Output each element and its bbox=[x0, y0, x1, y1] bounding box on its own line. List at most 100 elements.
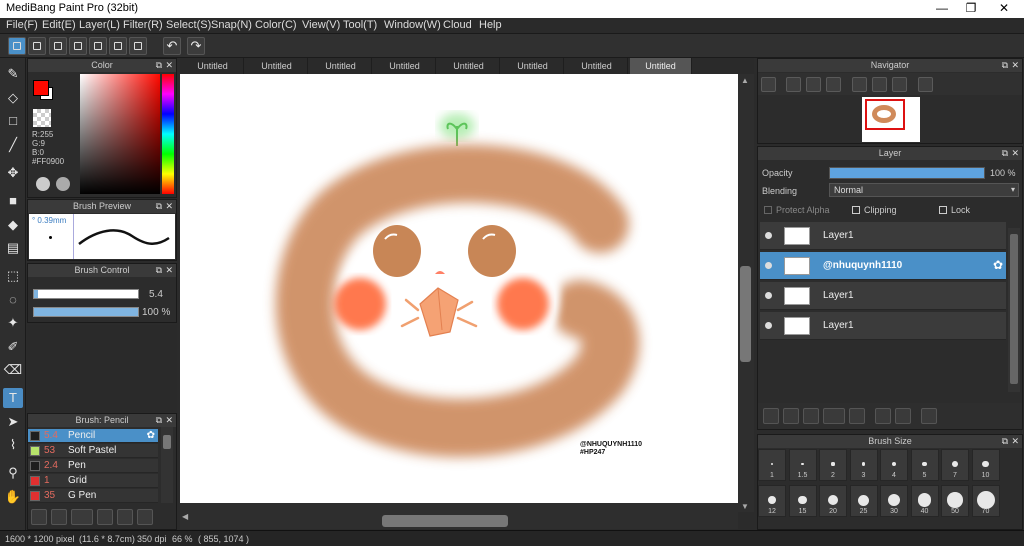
grid-button[interactable] bbox=[129, 37, 147, 55]
eraser-tool[interactable]: ◇ bbox=[3, 88, 23, 108]
brush-menu-button[interactable] bbox=[71, 509, 93, 525]
brush-size-cell[interactable]: 25 bbox=[849, 485, 878, 517]
eye-icon[interactable] bbox=[765, 262, 772, 269]
brush-size-cell[interactable]: 50 bbox=[941, 485, 969, 517]
fill-rect-tool[interactable]: ■ bbox=[3, 191, 23, 211]
layer-row[interactable]: Layer1 bbox=[760, 222, 1006, 250]
brush-size-cell[interactable]: 12 bbox=[758, 485, 786, 517]
brush-size-cell[interactable]: 30 bbox=[880, 485, 908, 517]
float-icon[interactable]: ⧉ bbox=[156, 59, 162, 72]
close-icon[interactable]: ✕ bbox=[165, 414, 173, 427]
panel-button[interactable] bbox=[109, 37, 127, 55]
horizontal-scrollbar[interactable]: ◀ bbox=[180, 503, 738, 529]
brush-size-cell[interactable]: 15 bbox=[788, 485, 817, 517]
eyedropper-tool[interactable]: ⚲ bbox=[3, 463, 23, 483]
protect-alpha-checkbox[interactable] bbox=[764, 206, 772, 214]
brush-size-cell[interactable]: 4 bbox=[880, 449, 908, 481]
brush-opacity-slider[interactable] bbox=[33, 307, 139, 317]
new-8bit-layer-button[interactable] bbox=[803, 408, 819, 424]
tab-untitled-7[interactable]: Untitled bbox=[566, 58, 628, 74]
comment-button[interactable] bbox=[49, 37, 67, 55]
float-icon[interactable]: ⧉ bbox=[156, 264, 162, 277]
brush-item[interactable]: 5.4 Pencil ✿ bbox=[28, 429, 158, 443]
brush-size-cell[interactable]: 70 bbox=[971, 485, 1000, 517]
page-button[interactable] bbox=[89, 37, 107, 55]
scroll-left-icon[interactable]: ◀ bbox=[182, 512, 188, 521]
new-brush-button[interactable] bbox=[51, 509, 67, 525]
vertical-scrollbar[interactable]: ▲ ▼ bbox=[738, 74, 754, 512]
upload-button[interactable] bbox=[28, 37, 46, 55]
tab-untitled-1[interactable]: Untitled bbox=[182, 58, 244, 74]
brush-size-cell[interactable]: 3 bbox=[849, 449, 878, 481]
zoom-in-icon[interactable] bbox=[786, 77, 801, 92]
fit-icon[interactable] bbox=[806, 77, 821, 92]
hand-tool[interactable]: ✋ bbox=[3, 487, 23, 507]
gear-icon[interactable]: ✿ bbox=[993, 258, 1003, 272]
gear-icon[interactable]: ✿ bbox=[147, 429, 155, 443]
brush-tool[interactable]: ✎ bbox=[3, 64, 23, 84]
maximize-button[interactable]: ❐ bbox=[955, 0, 987, 18]
color-set-icon[interactable] bbox=[56, 177, 70, 191]
vertical-scroll-thumb[interactable] bbox=[740, 266, 751, 362]
copy-brush-button[interactable] bbox=[97, 509, 113, 525]
float-icon[interactable]: ⧉ bbox=[1002, 435, 1008, 448]
layer-folder-button[interactable] bbox=[849, 408, 865, 424]
menu-edit[interactable]: Edit(E) bbox=[42, 19, 76, 31]
primary-color-swatch[interactable] bbox=[33, 80, 49, 96]
eye-icon[interactable] bbox=[765, 292, 772, 299]
duplicate-layer-button[interactable] bbox=[875, 408, 891, 424]
layer-row[interactable]: @nhuquynh1110 ✿ bbox=[760, 252, 1006, 280]
tab-untitled-8[interactable]: Untitled bbox=[630, 58, 692, 74]
magic-wand-tool[interactable]: ✦ bbox=[3, 313, 23, 333]
text-tool[interactable]: T bbox=[3, 388, 23, 408]
brush-size-cell[interactable]: 1.5 bbox=[788, 449, 817, 481]
brush-size-cell[interactable]: 5 bbox=[910, 449, 939, 481]
float-icon[interactable]: ⧉ bbox=[1002, 59, 1008, 72]
select-pen-tool[interactable]: ✐ bbox=[3, 337, 23, 357]
merge-layer-button[interactable] bbox=[895, 408, 911, 424]
minimize-button[interactable]: — bbox=[926, 0, 958, 18]
tab-untitled-6[interactable]: Untitled bbox=[502, 58, 564, 74]
line-tool[interactable]: ╱ bbox=[3, 135, 23, 155]
menu-help[interactable]: Help bbox=[479, 19, 502, 31]
brush-size-cell[interactable]: 20 bbox=[819, 485, 847, 517]
move-tool[interactable]: ✥ bbox=[3, 163, 23, 183]
scroll-down-icon[interactable]: ▼ bbox=[741, 502, 749, 511]
close-icon[interactable]: ✕ bbox=[165, 264, 173, 277]
gradient-tool[interactable]: ▤ bbox=[3, 238, 23, 258]
hue-slider[interactable] bbox=[162, 74, 174, 194]
menu-snap[interactable]: Snap(N) bbox=[211, 19, 252, 31]
tab-untitled-4[interactable]: Untitled bbox=[374, 58, 436, 74]
comic-button[interactable] bbox=[69, 37, 87, 55]
layer-list-scroll-thumb[interactable] bbox=[1010, 234, 1018, 384]
float-icon[interactable]: ⧉ bbox=[1002, 147, 1008, 160]
brush-list-scrollbar[interactable] bbox=[161, 427, 173, 503]
menu-tool[interactable]: Tool(T) bbox=[343, 19, 377, 31]
close-icon[interactable]: ✕ bbox=[165, 59, 173, 72]
eye-icon[interactable] bbox=[765, 322, 772, 329]
menu-view[interactable]: View(V) bbox=[302, 19, 340, 31]
float-icon[interactable]: ⧉ bbox=[156, 200, 162, 213]
new-layer-button[interactable] bbox=[763, 408, 779, 424]
close-icon[interactable]: ✕ bbox=[165, 200, 173, 213]
eye-icon[interactable] bbox=[765, 232, 772, 239]
layer-list-scrollbar[interactable] bbox=[1008, 228, 1020, 392]
mirror-icon[interactable] bbox=[918, 77, 933, 92]
layer-opacity-slider[interactable] bbox=[829, 167, 985, 179]
flip-icon[interactable] bbox=[872, 77, 887, 92]
menu-select[interactable]: Select(S) bbox=[166, 19, 211, 31]
select-tool[interactable]: ⬚ bbox=[3, 266, 23, 286]
float-icon[interactable]: ⧉ bbox=[156, 414, 162, 427]
close-icon[interactable]: ✕ bbox=[1011, 147, 1019, 160]
brush-size-slider[interactable] bbox=[33, 289, 139, 299]
rectangle-tool[interactable]: □ bbox=[3, 111, 23, 131]
bucket-tool[interactable]: ◆ bbox=[3, 215, 23, 235]
horizontal-scroll-thumb[interactable] bbox=[382, 515, 508, 527]
menu-cloud[interactable]: Cloud bbox=[443, 19, 472, 31]
brush-item[interactable]: 35 G Pen bbox=[28, 489, 158, 503]
brush-size-cell[interactable]: 2 bbox=[819, 449, 847, 481]
drawing-canvas[interactable]: @NHUQUYNH1110 #HP247 bbox=[180, 74, 738, 503]
cloud-sync-button[interactable] bbox=[8, 37, 26, 55]
brush-size-cell[interactable]: 7 bbox=[941, 449, 969, 481]
operation-tool[interactable]: ➤ bbox=[3, 412, 23, 432]
